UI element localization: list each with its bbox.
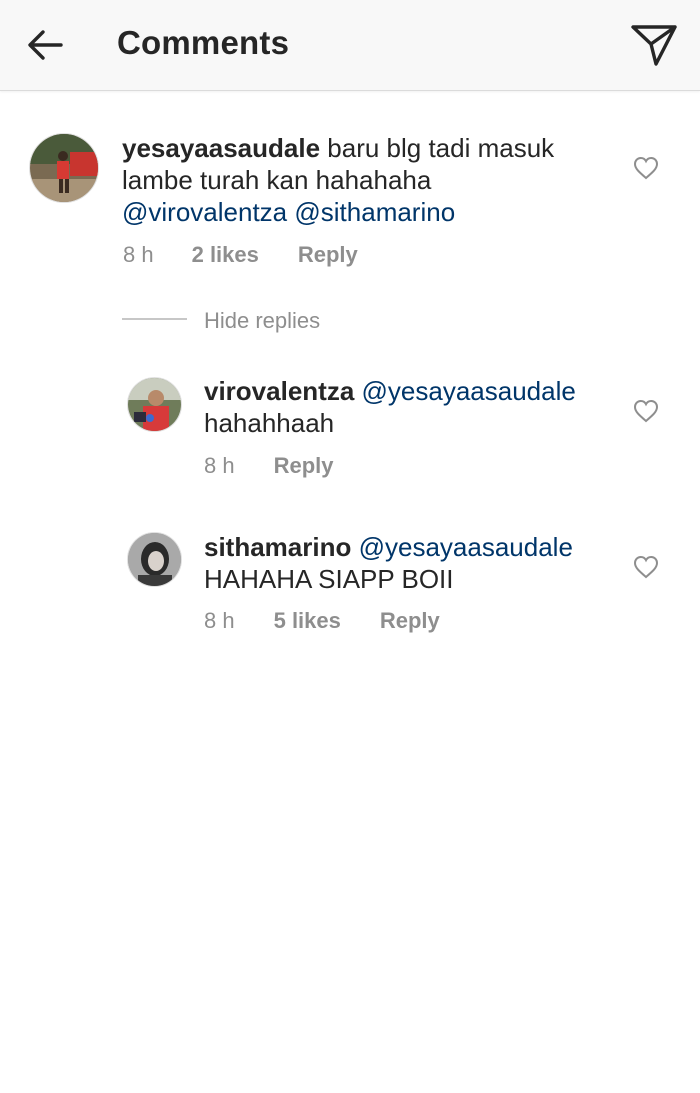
reply-text: HAHAHA SIAPP BOII: [204, 564, 454, 594]
reply-meta: 8 h Reply: [204, 453, 334, 479]
comment-body: yesayaasaudale baru blg tadi masuk lambe…: [122, 132, 592, 228]
back-button[interactable]: [22, 22, 68, 68]
mention-link[interactable]: @yesayaasaudale: [359, 532, 573, 562]
reply-meta: 8 h 5 likes Reply: [204, 608, 440, 634]
heart-outline-icon[interactable]: [633, 555, 659, 579]
avatar[interactable]: [127, 532, 182, 587]
mention-link[interactable]: @yesayaasaudale: [362, 376, 576, 406]
reply-button[interactable]: Reply: [274, 453, 334, 479]
avatar[interactable]: [127, 377, 182, 432]
reply-button[interactable]: Reply: [380, 608, 440, 634]
heart-outline-icon[interactable]: [633, 399, 659, 423]
reply-text: hahahhaah: [204, 408, 335, 438]
reply-username[interactable]: virovalentza: [204, 376, 354, 406]
reply-button[interactable]: Reply: [298, 242, 358, 268]
page-title: Comments: [117, 24, 290, 61]
heart-outline-icon[interactable]: [633, 156, 659, 180]
divider: [122, 318, 187, 320]
paper-plane-icon: [631, 25, 677, 66]
likes-count[interactable]: 2 likes: [192, 242, 259, 268]
mention-link[interactable]: @virovalentza: [122, 197, 287, 227]
comment-meta: 8 h 2 likes Reply: [123, 242, 358, 268]
reply-body: virovalentza @yesayaasaudale hahahhaah: [204, 375, 604, 439]
send-button[interactable]: [628, 20, 680, 70]
mention-link[interactable]: @sithamarino: [294, 197, 455, 227]
avatar-photo: [30, 134, 98, 202]
likes-count[interactable]: 5 likes: [274, 608, 341, 634]
timestamp: 8 h: [123, 242, 154, 267]
reply-body: sithamarino @yesayaasaudale HAHAHA SIAPP…: [204, 531, 604, 595]
timestamp: 8 h: [204, 453, 235, 478]
avatar[interactable]: [29, 133, 99, 203]
avatar-photo: [128, 533, 181, 586]
reply-username[interactable]: sithamarino: [204, 532, 351, 562]
top-bar: Comments: [0, 0, 700, 91]
timestamp: 8 h: [204, 608, 235, 633]
avatar-photo: [128, 378, 181, 431]
hide-replies-button[interactable]: Hide replies: [204, 308, 320, 334]
comment-username[interactable]: yesayaasaudale: [122, 133, 320, 163]
arrow-left-icon: [28, 30, 63, 60]
